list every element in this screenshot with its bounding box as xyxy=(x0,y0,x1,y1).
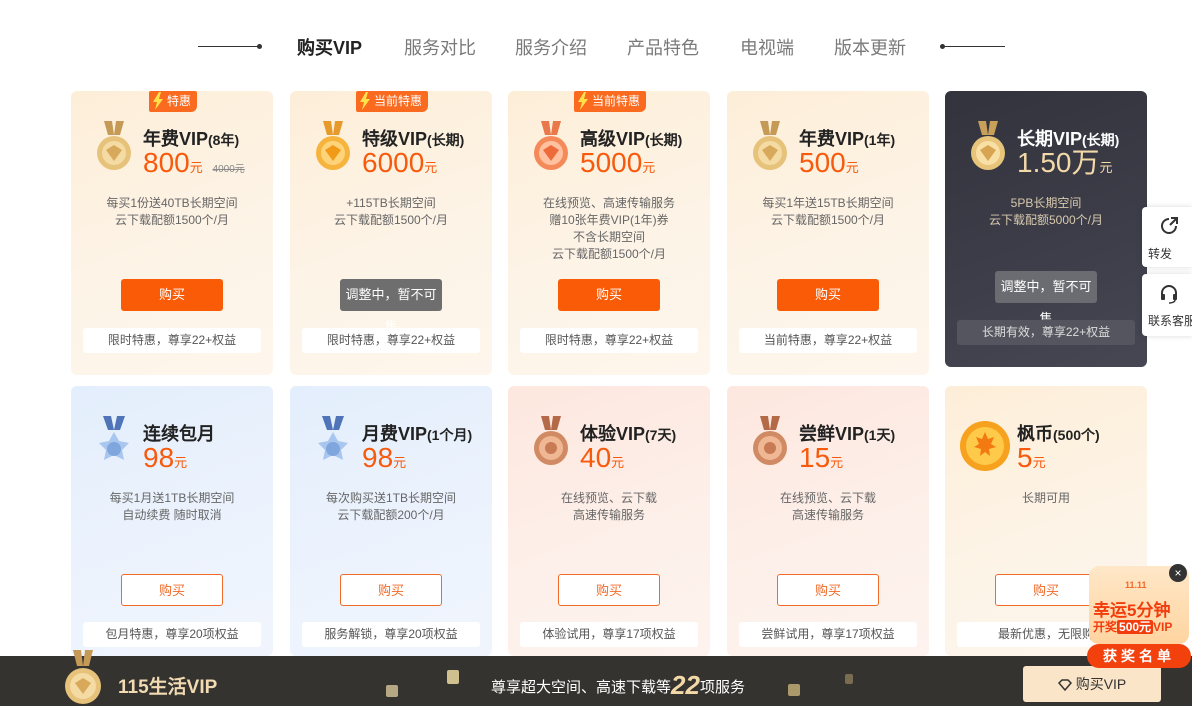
lightning-icon xyxy=(153,92,163,110)
plan-card-monthly-auto: 连续包月 98元 每买1月送1TB长期空间 自动续费 随时取消 购买 包月特惠，尊… xyxy=(71,386,273,656)
plan-description: +115TB长期空间 云下载配额1500个/月 xyxy=(333,196,449,227)
copper-medal-icon xyxy=(534,416,568,465)
plan-description: 长期可用 xyxy=(1021,491,1070,505)
buy-button[interactable]: 购买 xyxy=(777,574,879,606)
buy-vip-label: 购买VIP xyxy=(1075,676,1127,692)
share-button[interactable]: 转发 xyxy=(1142,207,1192,267)
plan-card-premium-vip: 当前特惠 高级VIP(长期) 5000元 在线预览、高速传输服务 赠10张年费VI… xyxy=(508,91,710,375)
share-label: 转发 xyxy=(1148,247,1173,261)
plan-price: 500元 xyxy=(799,147,859,178)
tab-updates[interactable]: 版本更新 xyxy=(834,34,906,60)
gold-medal-icon xyxy=(971,121,1005,170)
deal-badge: 特惠 xyxy=(149,91,198,112)
deco-coin-icon xyxy=(845,674,853,684)
plan-price: 5元 xyxy=(1017,442,1046,473)
unavailable-button[interactable]: 调整中，暂不可售 xyxy=(340,279,442,334)
plan-price: 5000元 xyxy=(580,147,656,178)
plan-price: 1.50万元 xyxy=(1017,147,1113,178)
benefit-label: 长期有效，尊享22+权益 xyxy=(957,320,1135,345)
deal-badge: 当前特惠 xyxy=(574,91,647,112)
silver-star-medal-icon xyxy=(99,416,129,460)
plan-card-lifetime-vip: 长期VIP(长期) 1.50万元 5PB长期空间 云下载配额5000个/月 调整中… xyxy=(945,91,1147,367)
promo-date: 11.11 xyxy=(1125,580,1147,590)
diamond-icon xyxy=(1057,668,1072,704)
plan-description: 在线预览、云下载 高速传输服务 xyxy=(779,491,876,522)
lightning-icon xyxy=(578,92,588,110)
benefit-label: 包月特惠，尊享20项权益 xyxy=(83,622,261,647)
deco-rocket-icon xyxy=(788,684,800,696)
badge-label: 特惠 xyxy=(167,94,192,108)
benefit-label: 服务解锁，尊享20项权益 xyxy=(302,622,480,647)
customer-service-button[interactable]: 联系客服 xyxy=(1142,274,1192,336)
benefit-label: 当前特惠，尊享22+权益 xyxy=(739,328,917,353)
gold-medal-icon xyxy=(97,121,131,170)
close-icon[interactable]: × xyxy=(1169,564,1187,582)
plan-card-annual-1y: 年费VIP(1年) 500元 每买1年送15TB长期空间 云下载配额1500个/月… xyxy=(727,91,929,375)
plan-card-super-vip: 当前特惠 特级VIP(长期) 6000元 +115TB长期空间 云下载配额1500… xyxy=(290,91,492,375)
plan-price: 6000元 xyxy=(362,147,438,178)
plan-price: 98元 xyxy=(143,442,188,473)
buy-button[interactable]: 购买 xyxy=(558,574,660,606)
buy-vip-button[interactable]: 购买VIP xyxy=(1023,666,1161,702)
bottom-bar-title: 115生活VIP xyxy=(118,677,218,698)
buy-button[interactable]: 购买 xyxy=(340,574,442,606)
nav-dot-left xyxy=(257,44,262,49)
lightning-icon xyxy=(360,92,370,110)
buy-button[interactable]: 购买 xyxy=(995,574,1097,606)
bottom-bar: 115生活VIP 尊享超大空间、高速下载等22项服务 购买VIP xyxy=(0,656,1192,706)
share-icon xyxy=(1161,217,1178,234)
deco-note-icon xyxy=(447,670,459,684)
benefit-label: 限时特惠，尊享22+权益 xyxy=(83,328,261,353)
maple-coin-icon xyxy=(960,421,1010,471)
deco-gift-icon xyxy=(386,685,398,697)
plan-card-monthly-vip: 月费VIP(1个月) 98元 每次购买送1TB长期空间 云下载配额200个/月 购… xyxy=(290,386,492,656)
plan-description: 5PB长期空间 云下载配额5000个/月 xyxy=(988,196,1104,227)
tab-buy-vip[interactable]: 购买VIP xyxy=(297,34,362,60)
tab-service-compare[interactable]: 服务对比 xyxy=(404,34,476,60)
plan-price: 800元 4000元 xyxy=(143,147,245,178)
plan-price: 98元 xyxy=(362,442,407,473)
top-nav: 购买VIP 服务对比 服务介绍 产品特色 电视端 版本更新 xyxy=(0,0,1192,92)
buy-button[interactable]: 购买 xyxy=(121,279,223,311)
plan-card-trial-7d: 体验VIP(7天) 40元 在线预览、云下载 高速传输服务 购买 体验试用，尊享1… xyxy=(508,386,710,656)
plan-card-trial-1d: 尝鲜VIP(1天) 15元 在线预览、云下载 高速传输服务 购买 尝鲜试用，尊享1… xyxy=(727,386,929,656)
copper-medal-icon xyxy=(753,416,787,465)
deal-badge: 当前特惠 xyxy=(356,91,429,112)
plan-description: 在线预览、高速传输服务 赠10张年费VIP(1年)券 不含长期空间 云下载配额1500… xyxy=(542,196,675,261)
plan-description: 在线预览、云下载 高速传输服务 xyxy=(560,491,657,522)
lottery-promo[interactable]: 11.11 幸运5分钟 开奖 500元 VIP 获奖名单 × xyxy=(1087,562,1192,668)
unavailable-button[interactable]: 调整中，暂不可售 xyxy=(995,271,1097,326)
tab-tv[interactable]: 电视端 xyxy=(740,34,794,60)
benefit-label: 限时特惠，尊享22+权益 xyxy=(302,328,480,353)
nav-divider-left xyxy=(198,46,258,47)
gold-medal-icon xyxy=(753,121,787,170)
badge-label: 当前特惠 xyxy=(374,94,423,108)
nav-divider-right xyxy=(943,46,1005,47)
buy-button[interactable]: 购买 xyxy=(777,279,879,311)
tab-features[interactable]: 产品特色 xyxy=(627,34,699,60)
tab-service-intro[interactable]: 服务介绍 xyxy=(515,34,587,60)
gold-star-medal-icon xyxy=(316,121,350,170)
plan-card-annual-8y: 特惠 年费VIP(8年) 800元 4000元 每买1份送40TB长期空间 云下载… xyxy=(71,91,273,375)
bronze-medal-icon xyxy=(534,121,568,170)
plan-description: 每次购买送1TB长期空间 云下载配额200个/月 xyxy=(325,491,456,522)
service-label: 联系客服 xyxy=(1148,314,1192,328)
plan-price: 40元 xyxy=(580,442,625,473)
benefit-label: 尝鲜试用，尊享17项权益 xyxy=(739,622,917,647)
plan-price: 15元 xyxy=(799,442,844,473)
bottom-bar-slogan: 尊享超大空间、高速下载等22项服务 xyxy=(491,670,745,700)
benefit-label: 限时特惠，尊享22+权益 xyxy=(520,328,698,353)
buy-button[interactable]: 购买 xyxy=(558,279,660,311)
headset-icon xyxy=(1161,285,1177,304)
plan-description: 每买1月送1TB长期空间 自动续费 随时取消 xyxy=(109,491,235,522)
plan-description: 每买1年送15TB长期空间 云下载配额1500个/月 xyxy=(762,196,894,227)
promo-subline: 开奖 500元 VIP xyxy=(1093,620,1173,634)
plan-description: 每买1份送40TB长期空间 云下载配额1500个/月 xyxy=(106,196,238,227)
winner-list-button[interactable]: 获奖名单 xyxy=(1087,644,1191,668)
buy-button[interactable]: 购买 xyxy=(121,574,223,606)
silver-star-medal-icon xyxy=(318,416,348,460)
benefit-label: 体验试用，尊享17项权益 xyxy=(520,622,698,647)
badge-label: 当前特惠 xyxy=(592,94,641,108)
bottom-gold-medal-icon xyxy=(65,650,101,704)
